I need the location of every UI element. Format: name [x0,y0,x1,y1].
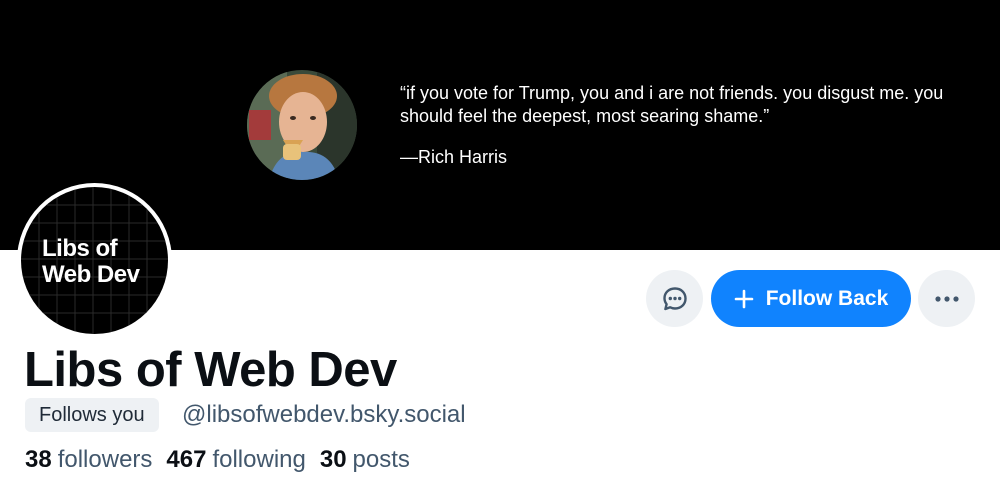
plus-icon [734,289,754,308]
ellipsis-icon [934,295,959,302]
followers-count: 38 [25,446,52,473]
banner-quote: “if you vote for Trump, you and i are no… [400,83,944,126]
followers-label: followers [57,446,153,473]
banner-portrait-image [247,70,357,180]
chat-bubble-icon [662,286,687,310]
following-stat[interactable]: 467 following [166,445,305,475]
follow-back-label: Follow Back [765,286,889,310]
posts-label: posts [352,446,410,473]
followers-stat[interactable]: 38 followers [25,445,152,475]
more-options-button[interactable] [918,270,975,327]
posts-count: 30 [319,446,347,473]
follow-back-button[interactable]: Follow Back [711,270,911,327]
follows-you-badge: Follows you [25,398,159,432]
display-name: Libs of Web Dev [24,343,397,397]
message-button[interactable] [646,270,703,327]
following-count: 467 [166,446,207,473]
posts-stat: 30 posts [320,445,410,475]
profile-handle: @libsofwebdev.bsky.social [182,401,466,428]
avatar-logo-text: Libs of Web Dev [42,235,140,288]
banner-attribution: —Rich Harris [400,147,508,167]
avatar[interactable]: Libs of Web Dev [17,183,172,338]
following-label: following [212,446,306,473]
profile-stats: 38 followers 467 following 30 posts [25,445,410,475]
